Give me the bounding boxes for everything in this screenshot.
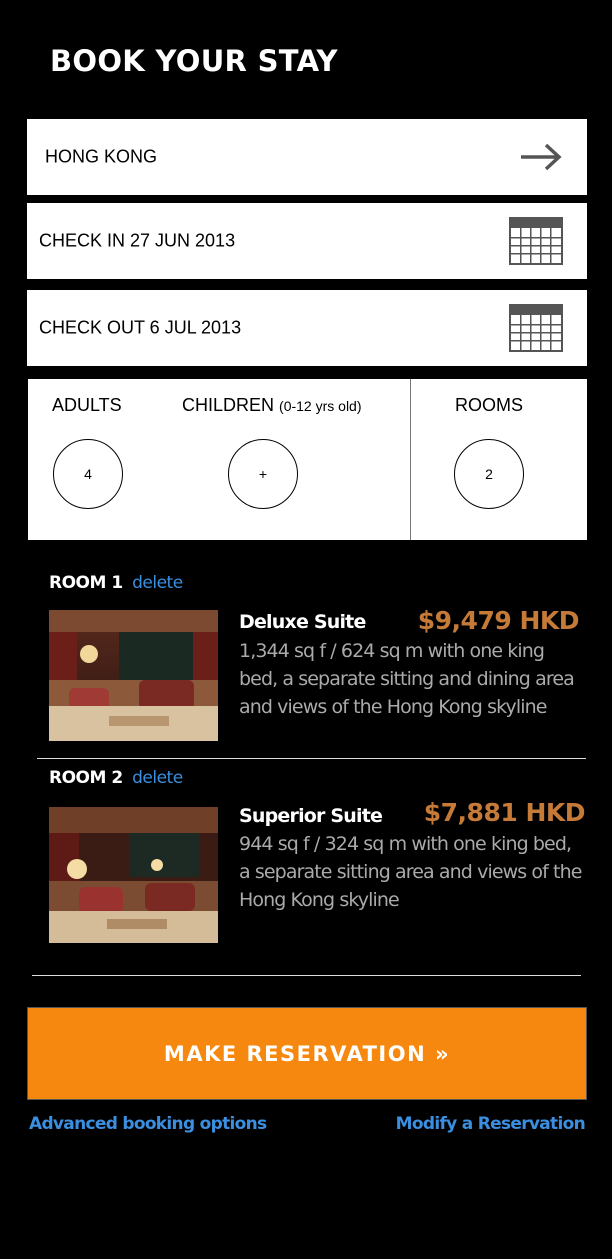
calendar-icon[interactable] (509, 217, 563, 265)
room-2-description: 944 sq f / 324 sq m with one king bed, a… (239, 833, 582, 911)
rooms-selector[interactable]: 2 (454, 439, 524, 509)
rooms-label: ROOMS (455, 395, 524, 415)
children-selector[interactable]: + (228, 439, 298, 509)
room-1-name: Deluxe Suite (239, 611, 366, 633)
room-1-delete-link[interactable]: delete (132, 573, 183, 593)
check-in-field[interactable]: CHECK IN 27 JUN 2013 (27, 203, 587, 279)
children-label-group: CHILDREN (0-12 yrs old) (182, 395, 362, 416)
room-1-title: ROOM 1 (49, 573, 123, 593)
guest-selector: ADULTS CHILDREN (0-12 yrs old) ROOMS 4 +… (28, 379, 587, 540)
room-2-delete-link[interactable]: delete (132, 768, 183, 788)
room-separator (37, 758, 586, 759)
adults-selector[interactable]: 4 (53, 439, 123, 509)
check-in-value: CHECK IN 27 JUN 2013 (39, 230, 236, 251)
advanced-booking-link[interactable]: Advanced booking options (29, 1114, 267, 1134)
room-1-price: $9,479 HKD (417, 606, 580, 635)
modify-reservation-link[interactable]: Modify a Reservation (396, 1114, 586, 1134)
arrow-right-icon[interactable] (519, 143, 563, 171)
room-2-title: ROOM 2 (49, 768, 123, 788)
section-separator (32, 975, 581, 976)
room-2-header: ROOM 2 delete (49, 768, 183, 788)
room-2-name: Superior Suite (239, 805, 383, 827)
room-1-header: ROOM 1 delete (49, 573, 183, 593)
room-1-photo (49, 610, 218, 741)
divider (410, 379, 411, 540)
room-1-description: 1,344 sq f / 624 sq m with one king bed,… (239, 640, 575, 718)
room-2-price: $7,881 HKD (423, 798, 586, 827)
room-2-photo (49, 807, 218, 943)
calendar-icon[interactable] (509, 304, 563, 352)
make-reservation-button[interactable]: MAKE RESERVATION » (27, 1007, 587, 1100)
destination-field[interactable]: HONG KONG (27, 119, 587, 195)
destination-value: HONG KONG (45, 146, 158, 167)
children-label: CHILDREN (182, 395, 275, 415)
children-age-note: (0-12 yrs old) (279, 398, 362, 414)
check-out-field[interactable]: CHECK OUT 6 JUL 2013 (27, 290, 587, 366)
adults-label: ADULTS (52, 395, 122, 415)
check-out-value: CHECK OUT 6 JUL 2013 (39, 317, 242, 338)
page-title: BOOK YOUR STAY (50, 44, 338, 78)
